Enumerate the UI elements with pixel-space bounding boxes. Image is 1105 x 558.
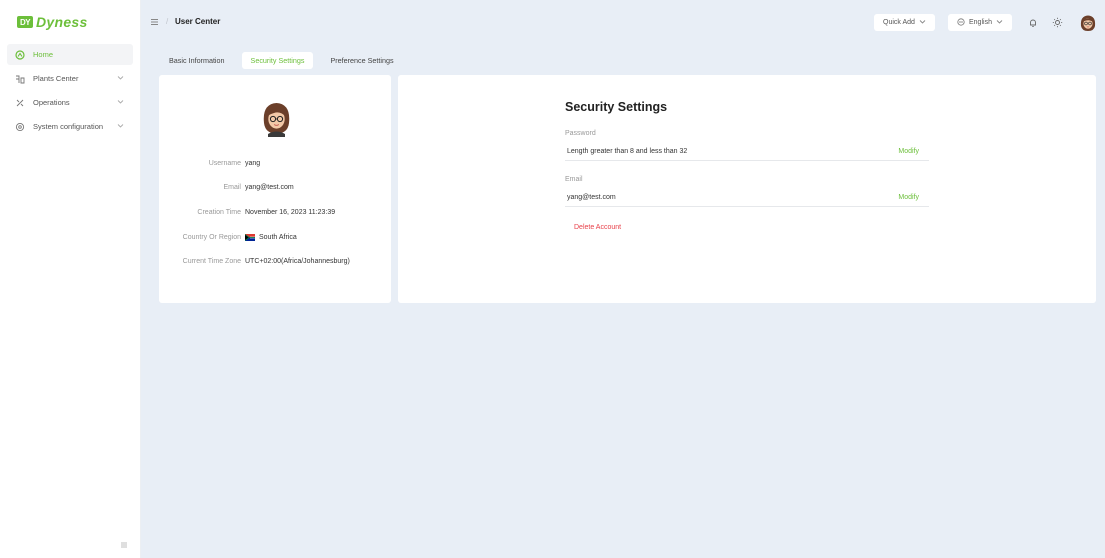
security-settings-title: Security Settings: [565, 100, 668, 114]
chevron-down-icon: [117, 98, 124, 107]
collapse-sidebar-icon[interactable]: [119, 540, 129, 550]
sidebar-item-operations[interactable]: Operations: [7, 92, 133, 113]
email-label: Email: [223, 184, 241, 191]
top-header: / User Center Quick Add English: [141, 0, 1105, 44]
dyness-logo[interactable]: DY Dyness: [17, 14, 88, 30]
user-center-tabs: Basic Information Security Settings Pref…: [160, 52, 403, 69]
home-icon: [15, 49, 25, 60]
modify-password-link[interactable]: Modify: [898, 148, 919, 155]
menu-toggle-icon[interactable]: [150, 18, 159, 28]
sidebar-item-plants-center[interactable]: Plants Center: [7, 68, 133, 89]
delete-account-link[interactable]: Delete Account: [574, 224, 621, 231]
chevron-down-icon: [117, 74, 124, 83]
email-value: yang@test.com: [245, 184, 294, 191]
tab-basic-information[interactable]: Basic Information: [160, 52, 234, 69]
tools-icon: [15, 98, 25, 108]
username-row: Username yang: [159, 160, 391, 167]
password-label: Password: [565, 130, 596, 137]
country-row: Country Or Region South Africa: [159, 234, 391, 241]
user-avatar[interactable]: [1078, 13, 1098, 33]
quick-add-label: Quick Add: [883, 19, 915, 26]
plant-icon: [15, 74, 25, 84]
sidebar-item-system-configuration[interactable]: System configuration: [7, 116, 133, 137]
email-setting-label: Email: [565, 176, 583, 183]
timezone-value: UTC+02:00(Africa/Johannesburg): [245, 258, 350, 265]
password-hint: Length greater than 8 and less than 32: [567, 148, 688, 155]
sidebar-item-label: Plants Center: [33, 74, 79, 83]
chevron-down-icon: [919, 18, 926, 27]
sidebar-item-home[interactable]: Home: [7, 44, 133, 65]
country-value: South Africa: [259, 234, 297, 241]
chevron-down-icon: [117, 122, 124, 131]
chevron-down-icon: [996, 18, 1003, 27]
creation-time-value: November 16, 2023 11:23:39: [245, 209, 336, 216]
profile-card: Username yang Email yang@test.com Creati…: [159, 75, 391, 303]
username-value: yang: [245, 160, 261, 167]
page-title: User Center: [175, 17, 221, 26]
email-setting-row: yang@test.com Modify: [565, 189, 929, 207]
tab-security-settings[interactable]: Security Settings: [241, 52, 314, 69]
email-setting-value: yang@test.com: [567, 194, 616, 201]
logo-mark: DY: [17, 16, 33, 28]
logo-text: Dyness: [36, 14, 88, 30]
creation-time-row: Creation Time November 16, 2023 11:23:39: [159, 209, 391, 216]
sidebar-item-label: System configuration: [33, 122, 104, 131]
south-africa-flag-icon: [245, 234, 255, 241]
sidebar-nav: Home Plants Center Operations System con…: [7, 44, 133, 140]
modify-email-link[interactable]: Modify: [898, 194, 919, 201]
country-label: Country Or Region: [182, 234, 241, 241]
quick-add-button[interactable]: Quick Add: [874, 14, 935, 31]
creation-time-label: Creation Time: [197, 209, 241, 216]
language-label: English: [969, 19, 992, 26]
sidebar-item-label: Home: [33, 50, 54, 59]
profile-avatar: [260, 99, 293, 137]
email-row: Email yang@test.com: [159, 184, 391, 191]
theme-toggle-icon[interactable]: [1051, 16, 1064, 29]
language-select[interactable]: English: [948, 14, 1012, 31]
sidebar: DY Dyness Home Plants Center Operations: [0, 0, 141, 558]
username-label: Username: [208, 160, 241, 167]
translate-icon: [957, 17, 965, 28]
breadcrumb-separator: /: [166, 17, 169, 26]
password-row: Length greater than 8 and less than 32 M…: [565, 143, 929, 161]
bell-icon[interactable]: [1026, 16, 1039, 29]
timezone-row: Current Time Zone UTC+02:00(Africa/Johan…: [159, 258, 391, 265]
sidebar-item-label: Operations: [33, 98, 70, 107]
tab-preference-settings[interactable]: Preference Settings: [321, 52, 402, 69]
timezone-label: Current Time Zone: [182, 258, 241, 265]
country-value-wrap: South Africa: [245, 234, 297, 241]
gear-icon: [15, 122, 25, 132]
security-settings-card: Security Settings Password Length greate…: [398, 75, 1096, 303]
